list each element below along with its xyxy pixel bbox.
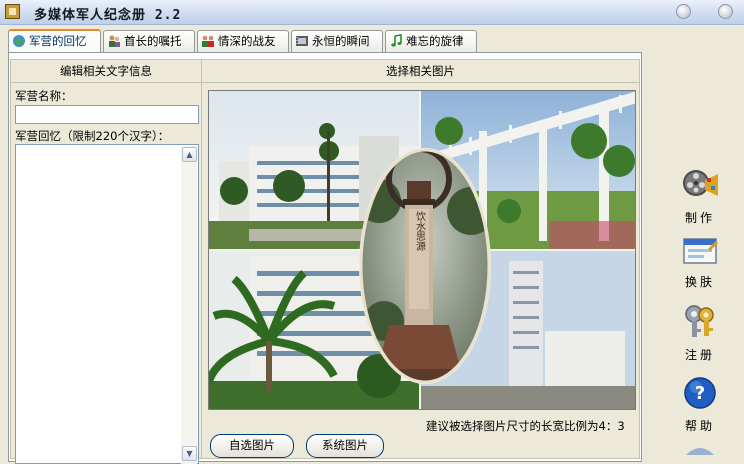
keys-icon: [685, 305, 714, 337]
people-icon: [109, 35, 120, 47]
camp-memory-label: 军营回忆（限制220个汉字）：: [15, 129, 170, 143]
tab-comrades[interactable]: 情深的战友: [197, 30, 289, 52]
monument-inscription: 饮水思源: [414, 210, 426, 252]
register-button[interactable]: 注册: [672, 303, 728, 363]
tab-moments[interactable]: 永恒的瞬间: [291, 30, 383, 52]
svg-text:?: ?: [695, 383, 705, 404]
extra-toolbar-button[interactable]: [672, 444, 728, 458]
close-button[interactable]: [718, 4, 733, 19]
tab-commander-words[interactable]: 首长的嘱托: [103, 30, 195, 52]
camp-memory-textarea[interactable]: ▲ ▼: [15, 144, 199, 464]
select-custom-image-button[interactable]: 自选图片: [210, 434, 294, 458]
camp-name-input[interactable]: [15, 105, 199, 124]
partial-icon: [686, 448, 714, 455]
make-label: 制作: [684, 211, 715, 225]
campus-photo-collage: 饮水思源: [209, 91, 635, 409]
scroll-up-button[interactable]: ▲: [182, 147, 197, 162]
tab-label: 军营的回忆: [29, 34, 87, 48]
tab-label: 情深的战友: [218, 34, 276, 48]
make-button[interactable]: 制作: [672, 166, 728, 226]
skin-palette-icon: [683, 238, 719, 264]
scroll-down-button[interactable]: ▼: [182, 446, 197, 461]
tab-camp-memories[interactable]: 军营的回忆: [8, 29, 101, 52]
app-icon[interactable]: [5, 4, 20, 19]
music-note-icon: [391, 34, 402, 47]
tab-melodies[interactable]: 难忘的旋律: [385, 30, 477, 52]
film-reel-icon: [683, 170, 718, 196]
tab-label: 难忘的旋律: [406, 34, 464, 48]
window-title: 多媒体军人纪念册 2.2: [34, 8, 182, 23]
help-icon: ?: [684, 377, 716, 409]
register-label: 注册: [684, 348, 715, 362]
photo-collage-preview[interactable]: 饮水思源: [208, 90, 636, 410]
title-bar: 多媒体军人纪念册 2.2: [0, 0, 744, 25]
aspect-ratio-hint: 建议被选择图片尺寸的长宽比例为4：3: [426, 419, 625, 433]
section-header: 选择相关图片: [202, 60, 639, 83]
help-label: 帮助: [684, 419, 715, 433]
film-icon: [296, 36, 308, 46]
comrades-icon: [202, 35, 214, 47]
minimize-button[interactable]: [676, 4, 691, 19]
text-edit-section: 编辑相关文字信息 军营名称： 军营回忆（限制220个汉字）： ▲ ▼: [10, 59, 202, 464]
help-button[interactable]: ? 帮助: [672, 376, 728, 434]
change-skin-label: 换肤: [684, 275, 715, 289]
tab-label: 永恒的瞬间: [312, 34, 370, 48]
tab-label: 首长的嘱托: [124, 34, 182, 48]
globe-icon: [13, 35, 25, 47]
change-skin-button[interactable]: 换肤: [672, 236, 728, 290]
system-image-button[interactable]: 系统图片: [306, 434, 384, 458]
section-header: 编辑相关文字信息: [11, 60, 201, 83]
textarea-scrollbar[interactable]: [181, 146, 197, 464]
camp-name-label: 军营名称：: [15, 89, 73, 103]
